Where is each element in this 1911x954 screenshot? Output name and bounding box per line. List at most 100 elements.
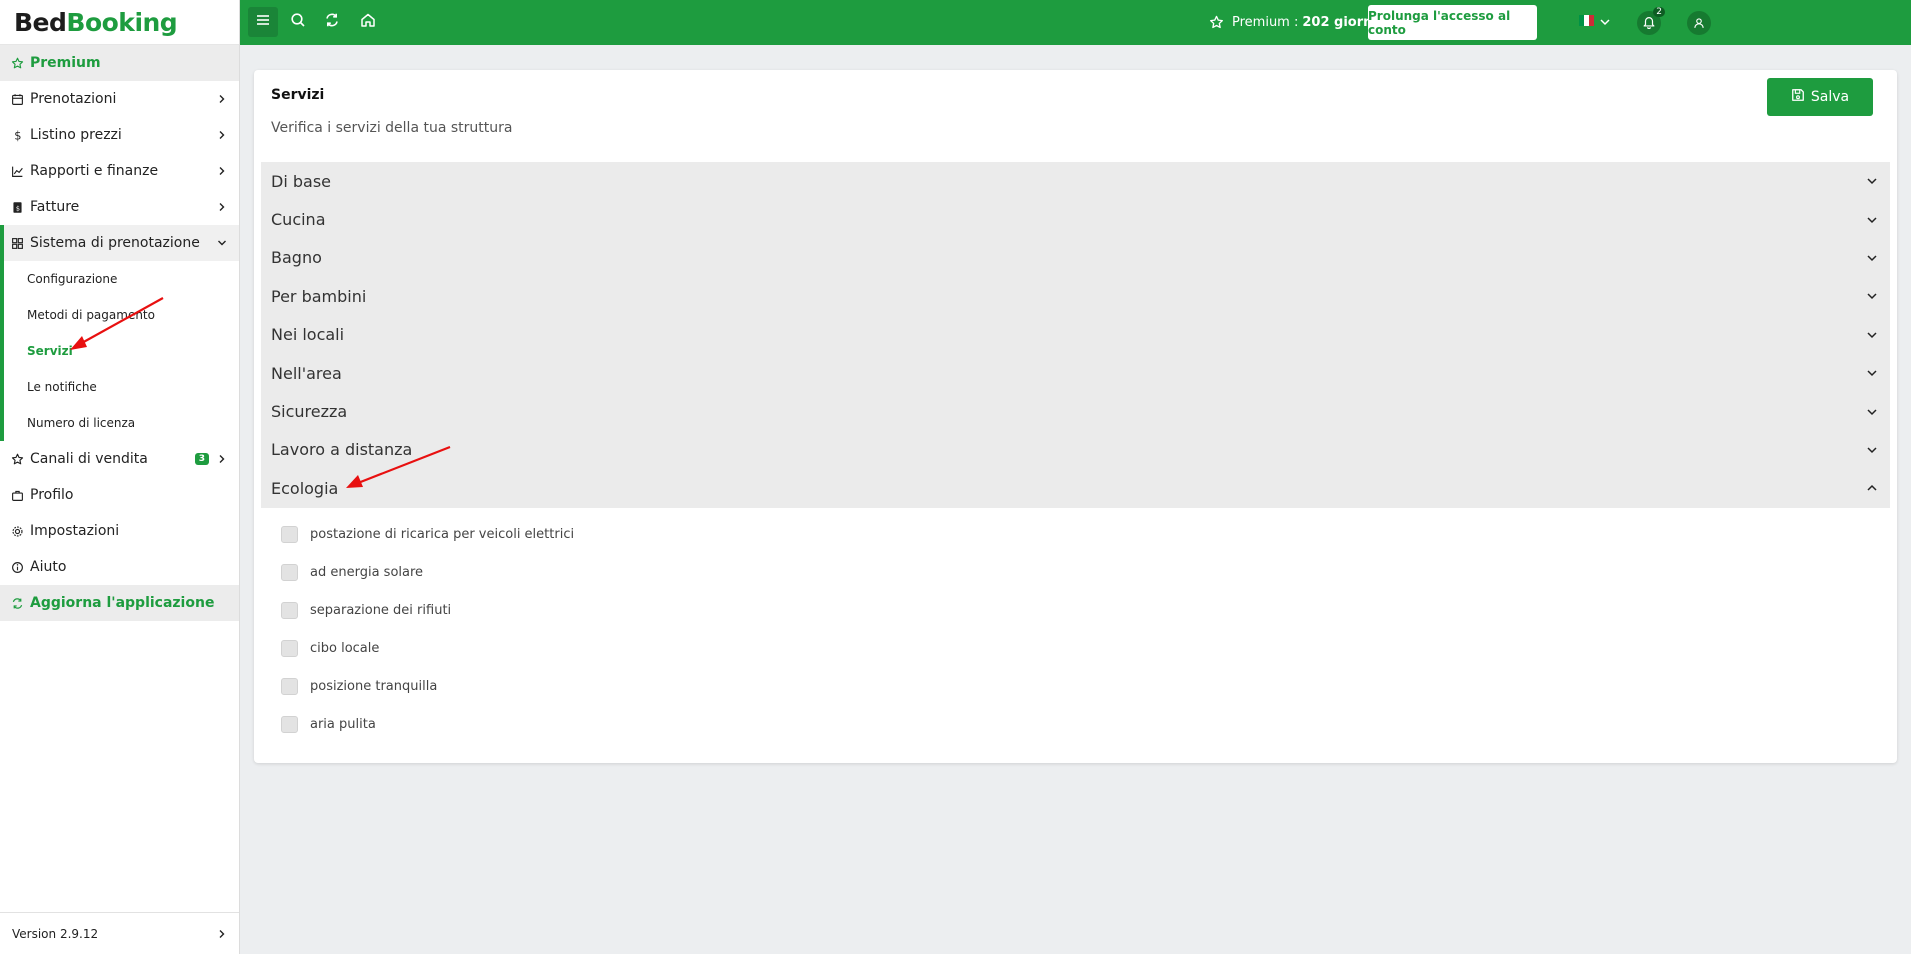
sidebar-item-bookings[interactable]: Prenotazioni bbox=[0, 81, 239, 117]
accordion-section-basic[interactable]: Di base bbox=[261, 162, 1890, 201]
premium-days: 202 giorni bbox=[1302, 15, 1377, 30]
accordion-section-premises[interactable]: Nei locali bbox=[261, 315, 1890, 354]
option-label: aria pulita bbox=[310, 717, 376, 733]
star-icon bbox=[1209, 15, 1224, 30]
sidebar-subitem-license-number[interactable]: Numero di licenza bbox=[4, 405, 239, 441]
premium-label: Premium : bbox=[1232, 15, 1299, 30]
option-label: cibo locale bbox=[310, 641, 380, 657]
checkbox[interactable] bbox=[281, 526, 298, 544]
accordion-section-label: Nell'area bbox=[271, 363, 342, 383]
sidebar-item-settings[interactable]: Impostazioni bbox=[0, 513, 239, 549]
sidebar-item-update-app[interactable]: Aggiorna l'applicazione bbox=[0, 585, 239, 621]
chevron-down-icon bbox=[217, 238, 227, 248]
option-waste-separation: separazione dei rifiuti bbox=[261, 592, 1890, 630]
accordion-section-remote-work[interactable]: Lavoro a distanza bbox=[261, 430, 1890, 470]
logo-text-bed: Bed bbox=[14, 7, 67, 37]
notifications-count: 2 bbox=[1653, 7, 1665, 17]
user-menu-button[interactable] bbox=[1687, 11, 1711, 35]
checkbox[interactable] bbox=[281, 564, 298, 582]
sidebar-item-invoices[interactable]: $ Fatture bbox=[0, 189, 239, 225]
info-icon bbox=[10, 560, 24, 574]
accordion-section-area[interactable]: Nell'area bbox=[261, 353, 1890, 393]
save-icon bbox=[1791, 88, 1805, 106]
refresh-icon bbox=[10, 596, 24, 610]
grid-icon bbox=[10, 236, 24, 250]
invoice-icon: $ bbox=[10, 200, 24, 214]
notifications-button[interactable]: 2 bbox=[1637, 7, 1665, 35]
ecology-options: postazione di ricarica per veicoli elett… bbox=[261, 508, 1890, 744]
gear-icon bbox=[10, 524, 24, 538]
top-bar: Premium : 202 giorni Prolunga l'accesso … bbox=[240, 0, 1911, 45]
sidebar-item-booking-system[interactable]: Sistema di prenotazione bbox=[0, 225, 239, 261]
accordion-section-bathroom[interactable]: Bagno bbox=[261, 238, 1890, 278]
menu-toggle-button[interactable] bbox=[248, 7, 278, 37]
sidebar-item-label: Rapporti e finanze bbox=[30, 163, 159, 179]
chevron-down-icon bbox=[1866, 444, 1878, 456]
home-button[interactable] bbox=[358, 12, 378, 32]
option-label: separazione dei rifiuti bbox=[310, 603, 452, 619]
sidebar-item-label: Premium bbox=[30, 55, 101, 71]
extend-access-button[interactable]: Prolunga l'accesso al conto bbox=[1368, 5, 1537, 40]
sidebar-subitem-services[interactable]: Servizi bbox=[4, 333, 239, 369]
sidebar-item-premium[interactable]: Premium bbox=[0, 45, 239, 81]
sidebar-item-label: Prenotazioni bbox=[30, 91, 117, 107]
accordion-section-label: Sicurezza bbox=[271, 402, 348, 422]
option-local-food: cibo locale bbox=[261, 630, 1890, 668]
italy-flag-icon[interactable] bbox=[1579, 15, 1594, 26]
sidebar-item-sales-channels[interactable]: Canali di vendita 3 bbox=[0, 441, 239, 477]
sidebar-item-label: Fatture bbox=[30, 199, 80, 215]
sidebar-item-label: Canali di vendita bbox=[30, 451, 148, 467]
sidebar-subitem-notifications[interactable]: Le notifiche bbox=[4, 369, 239, 405]
app-logo[interactable]: Bed Booking bbox=[0, 0, 239, 45]
hamburger-icon bbox=[255, 12, 271, 32]
sidebar-subitem-configuration[interactable]: Configurazione bbox=[4, 261, 239, 297]
sidebar-item-label: Profilo bbox=[30, 487, 74, 503]
checkbox[interactable] bbox=[281, 640, 298, 658]
sidebar-subitem-payment-methods[interactable]: Metodi di pagamento bbox=[4, 297, 239, 333]
refresh-button[interactable] bbox=[322, 12, 342, 32]
sidebar-item-label: Aiuto bbox=[30, 559, 67, 575]
chevron-down-icon bbox=[1866, 406, 1878, 418]
user-icon bbox=[1693, 14, 1705, 33]
chevron-down-icon bbox=[1866, 214, 1878, 226]
accordion-section-label: Ecologia bbox=[271, 478, 339, 498]
option-clean-air: aria pulita bbox=[261, 706, 1890, 744]
chevron-right-icon bbox=[217, 454, 227, 464]
checkbox[interactable] bbox=[281, 602, 298, 620]
sidebar-item-label: Aggiorna l'applicazione bbox=[30, 595, 215, 611]
accordion-section-label: Lavoro a distanza bbox=[271, 440, 413, 460]
accordion-section-label: Cucina bbox=[271, 210, 326, 230]
chevron-down-icon[interactable] bbox=[1599, 16, 1611, 28]
accordion-section-label: Nei locali bbox=[271, 325, 345, 345]
accordion-section-children[interactable]: Per bambini bbox=[261, 277, 1890, 316]
bell-icon bbox=[1642, 14, 1656, 33]
accordion-section-ecology[interactable]: Ecologia bbox=[261, 469, 1890, 508]
checkbox[interactable] bbox=[281, 678, 298, 696]
version-label: Version 2.9.12 bbox=[12, 926, 99, 941]
star-icon bbox=[10, 56, 24, 70]
chevron-right-icon bbox=[217, 94, 227, 104]
accordion-section-label: Bagno bbox=[271, 248, 322, 268]
accordion-section-label: Per bambini bbox=[271, 286, 367, 306]
sidebar-item-profile[interactable]: Profilo bbox=[0, 477, 239, 513]
option-solar-energy: ad energia solare bbox=[261, 554, 1890, 592]
sidebar-item-help[interactable]: Aiuto bbox=[0, 549, 239, 585]
chevron-right-icon bbox=[217, 166, 227, 176]
chart-line-icon bbox=[10, 164, 24, 178]
svg-text:$: $ bbox=[14, 129, 21, 142]
chevron-up-icon bbox=[1866, 482, 1878, 494]
checkbox[interactable] bbox=[281, 716, 298, 734]
premium-status: Premium : 202 giorni bbox=[1209, 0, 1377, 45]
sidebar-item-price-list[interactable]: $ Listino prezzi bbox=[0, 117, 239, 153]
save-button[interactable]: Salva bbox=[1767, 78, 1873, 116]
sidebar-item-reports[interactable]: Rapporti e finanze bbox=[0, 153, 239, 189]
sidebar-subnav: Configurazione Metodi di pagamento Servi… bbox=[0, 261, 239, 441]
channels-count-badge: 3 bbox=[194, 453, 209, 465]
accordion-section-kitchen[interactable]: Cucina bbox=[261, 200, 1890, 239]
sidebar-item-label: Sistema di prenotazione bbox=[30, 235, 200, 251]
star-icon bbox=[10, 452, 24, 466]
search-button[interactable] bbox=[288, 12, 308, 32]
accordion-section-security[interactable]: Sicurezza bbox=[261, 392, 1890, 431]
search-icon bbox=[290, 12, 306, 32]
version-footer[interactable]: Version 2.9.12 bbox=[0, 912, 239, 954]
